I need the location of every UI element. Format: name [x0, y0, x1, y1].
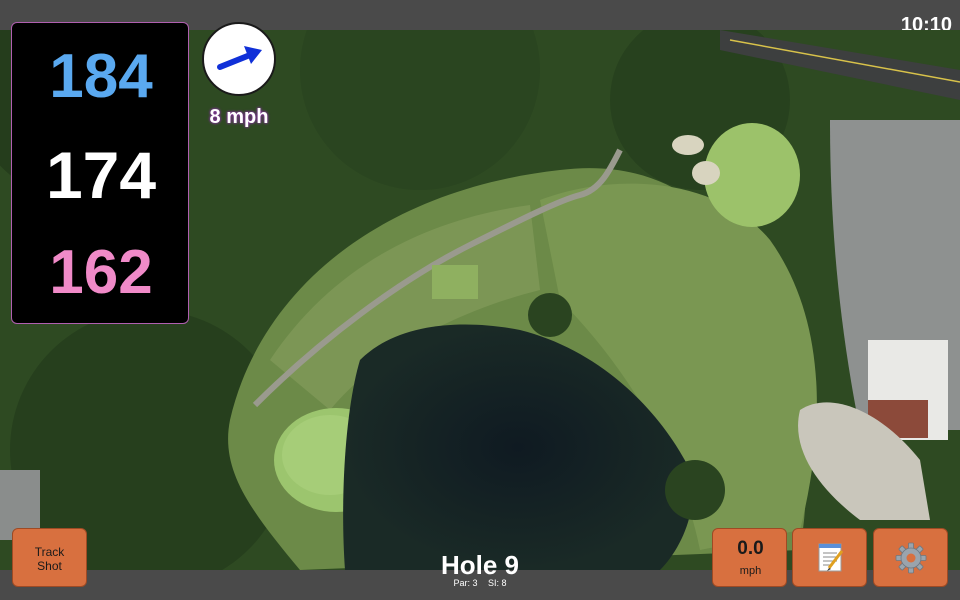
distance-middle: 174 — [45, 138, 157, 212]
speed-button[interactable]: 0.0 mph — [712, 528, 787, 587]
notes-button[interactable] — [792, 528, 867, 587]
speed-value: 0.0 — [737, 538, 764, 559]
hole-info: Par: 3 SI: 8 — [380, 578, 580, 588]
wind-arrow-icon — [217, 46, 262, 70]
speed-unit: mph — [739, 565, 762, 577]
distance-front: 162 — [49, 238, 153, 307]
hole-title: Hole 9 — [440, 550, 520, 580]
wind-speed-label: 8 mph — [209, 106, 269, 128]
hole-stroke-index: SI: 8 — [488, 578, 507, 588]
track-shot-label-line2: Shot — [37, 559, 62, 573]
gear-icon — [895, 542, 926, 574]
distance-panel: 184 174 162 — [11, 22, 189, 324]
wind-direction-indicator — [202, 22, 276, 96]
distance-back: 184 — [49, 42, 153, 111]
track-shot-label-line1: Track — [34, 545, 65, 559]
notepad-icon — [818, 543, 843, 572]
hole-par: Par: 3 — [453, 578, 478, 588]
settings-button[interactable] — [873, 528, 948, 587]
track-shot-button[interactable]: Track Shot — [12, 528, 87, 587]
